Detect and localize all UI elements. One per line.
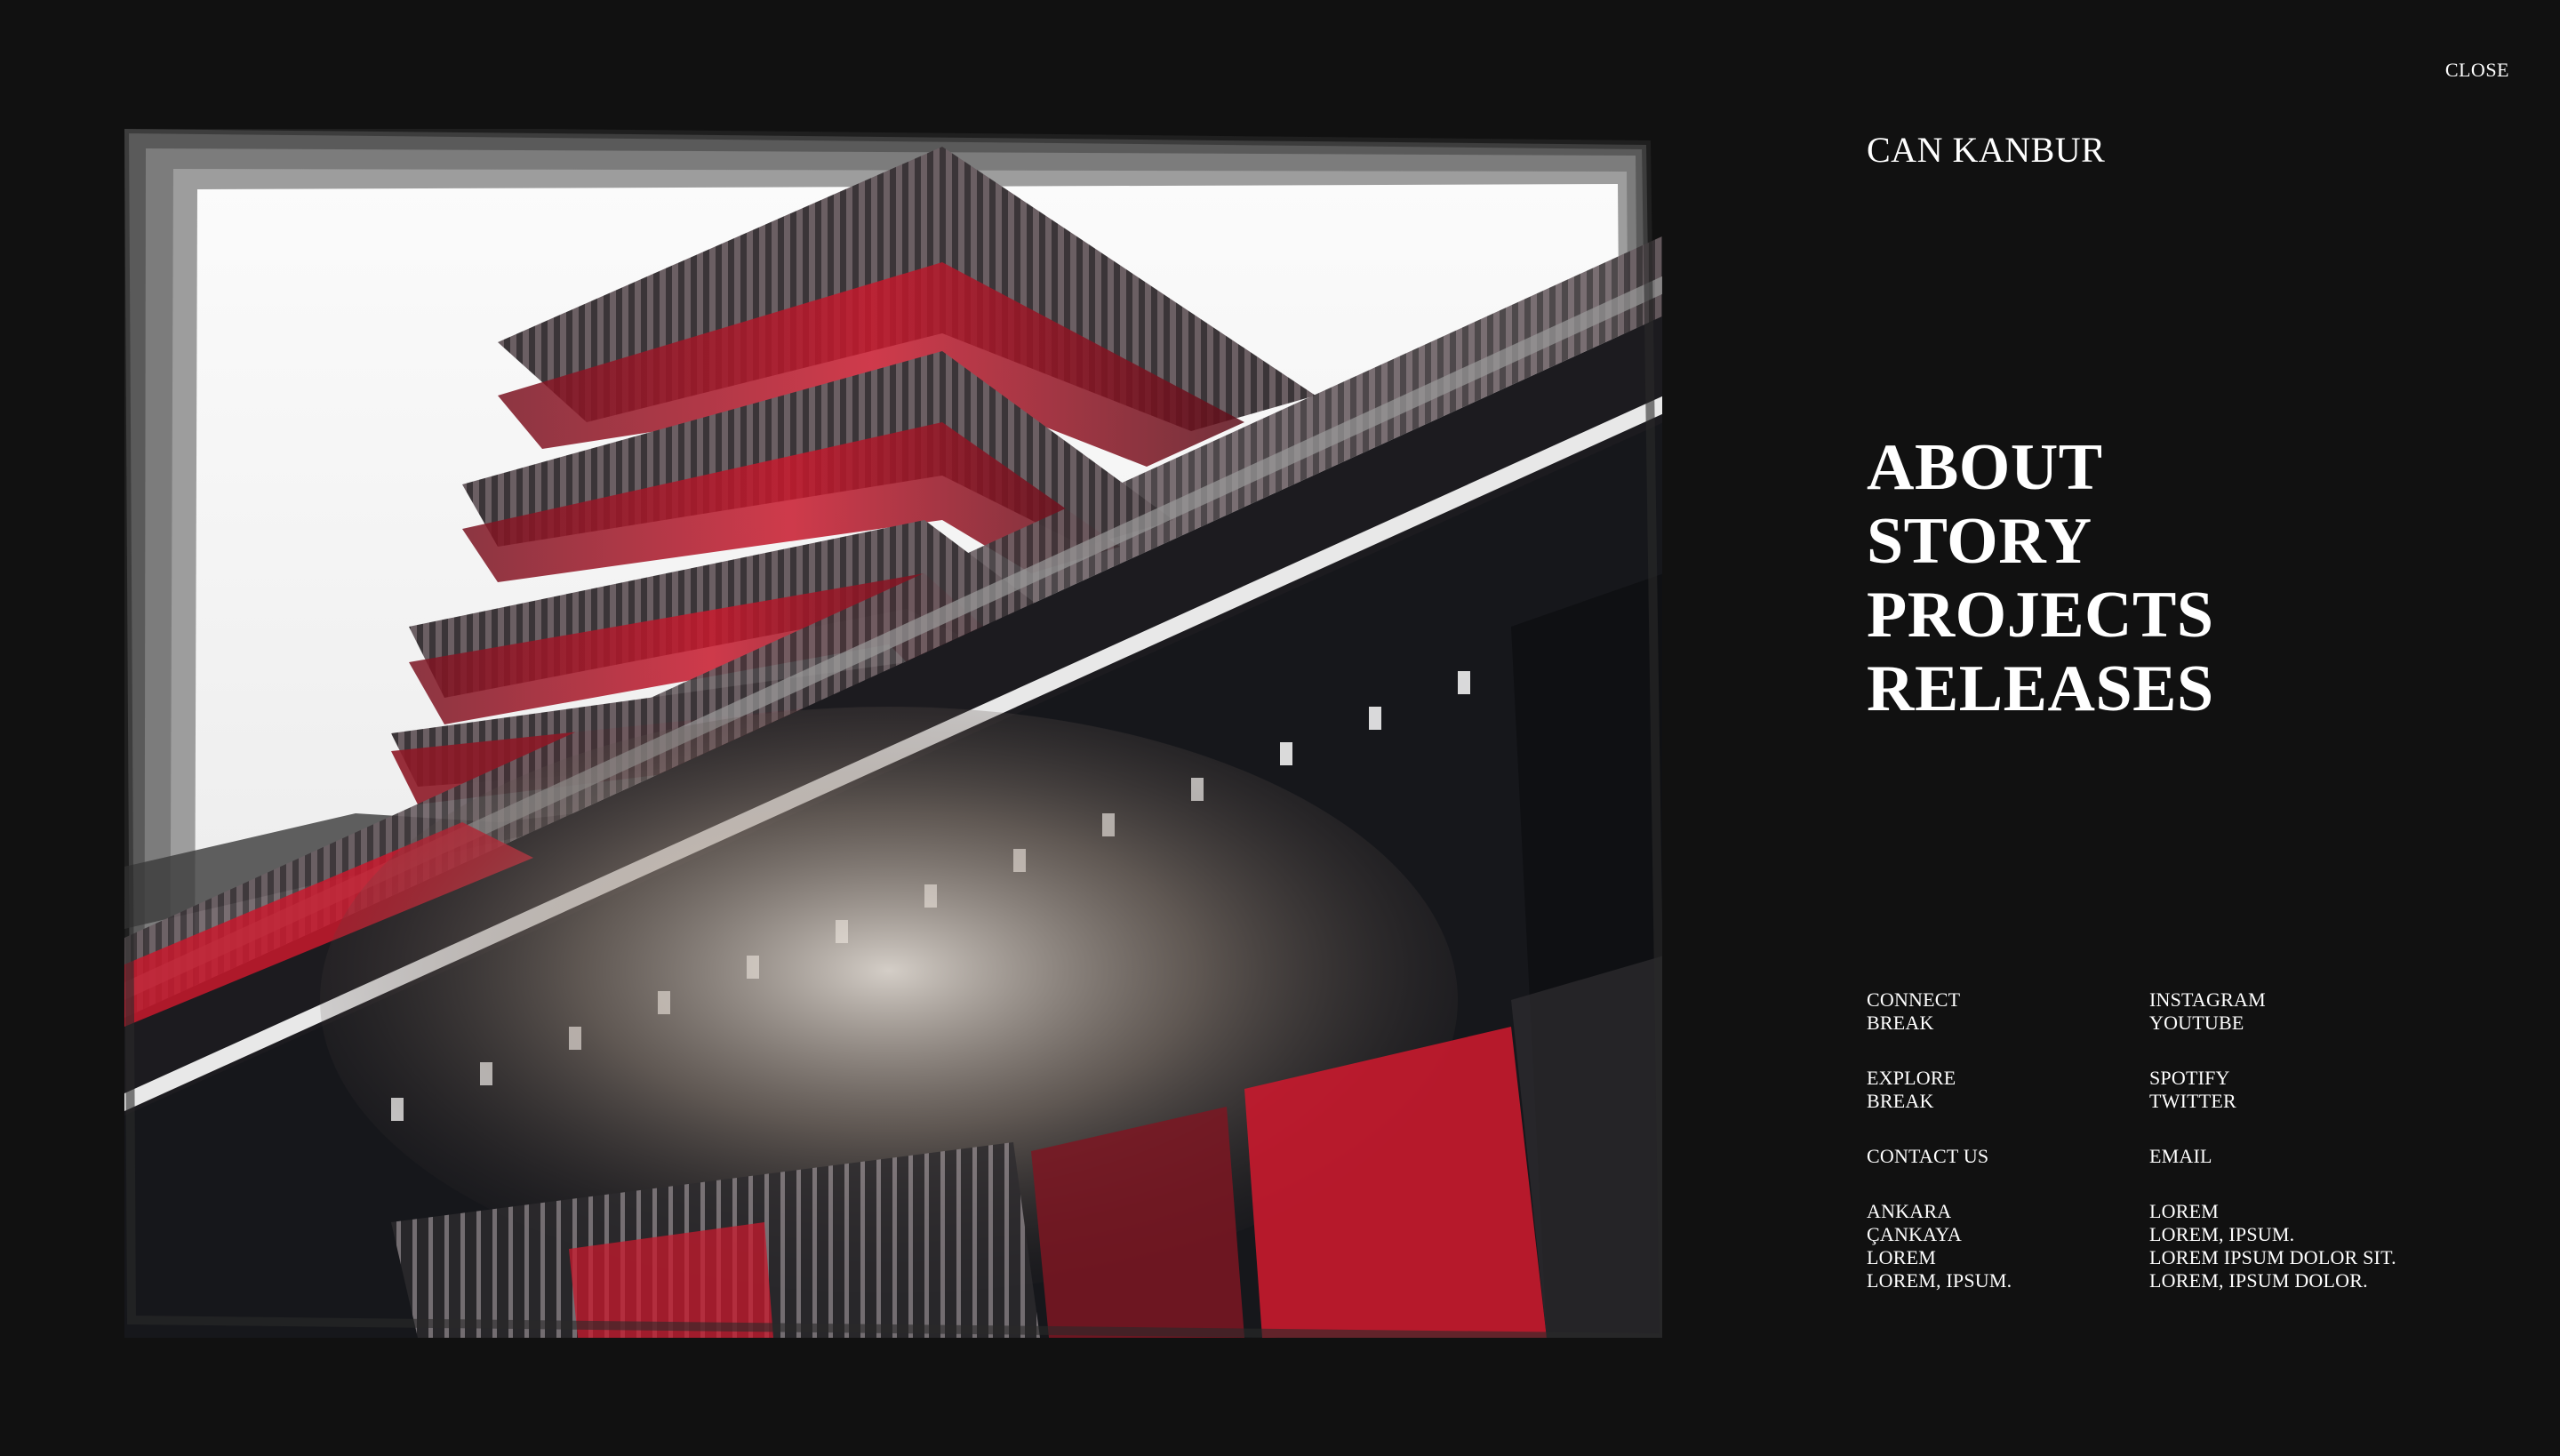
lorem-line-2: LOREM, IPSUM. [2149,1223,2295,1245]
hero-pagoda-image [124,129,1662,1338]
connect-break: BREAK [1867,1012,1934,1034]
address-line-2: LOREM, IPSUM. [1867,1269,2012,1292]
social-block-2: SPOTIFY TWITTER [2149,1067,2489,1113]
lorem-line-3: LOREM IPSUM DOLOR SIT. [2149,1246,2396,1268]
address-city: ANKARA [1867,1200,1952,1222]
spotify-link[interactable]: SPOTIFY [2149,1067,2489,1090]
contact-us-link[interactable]: CONTACT US [1867,1145,2149,1168]
contact-block: CONTACT US [1867,1145,2149,1168]
nav-releases[interactable]: RELEASES [1867,652,2214,726]
address-district: ÇANKAYA [1867,1223,1962,1245]
menu-overlay: CLOSE CAN KANBUR ABOUT STORY PROJECTS RE… [0,0,2560,1456]
lorem-block: LOREM LOREM, IPSUM. LOREM IPSUM DOLOR SI… [2149,1200,2489,1292]
explore-label: EXPLORE [1867,1067,1956,1089]
nav-about[interactable]: ABOUT [1867,431,2214,505]
nav-story[interactable]: STORY [1867,505,2214,579]
main-nav: ABOUT STORY PROJECTS RELEASES [1867,431,2214,726]
social-block-1: INSTAGRAM YOUTUBE [2149,988,2489,1035]
youtube-link[interactable]: YOUTUBE [2149,1012,2489,1035]
site-title[interactable]: CAN KANBUR [1867,129,2105,171]
lorem-line-4: LOREM, IPSUM DOLOR. [2149,1269,2368,1292]
connect-label: CONNECT [1867,988,1961,1011]
connect-block: CONNECT BREAK [1867,988,2149,1035]
address-line-1: LOREM [1867,1246,1936,1268]
footer-links: CONNECT BREAK INSTAGRAM YOUTUBE EXPLORE … [1867,988,2489,1292]
explore-break: BREAK [1867,1090,1934,1112]
explore-block: EXPLORE BREAK [1867,1067,2149,1113]
lorem-line-1: LOREM [2149,1200,2219,1222]
instagram-link[interactable]: INSTAGRAM [2149,988,2489,1012]
close-button[interactable]: CLOSE [2445,59,2509,82]
email-block: EMAIL [2149,1145,2489,1168]
twitter-link[interactable]: TWITTER [2149,1090,2489,1113]
address-block: ANKARA ÇANKAYA LOREM LOREM, IPSUM. [1867,1200,2149,1292]
email-link[interactable]: EMAIL [2149,1145,2489,1168]
nav-projects[interactable]: PROJECTS [1867,579,2214,652]
